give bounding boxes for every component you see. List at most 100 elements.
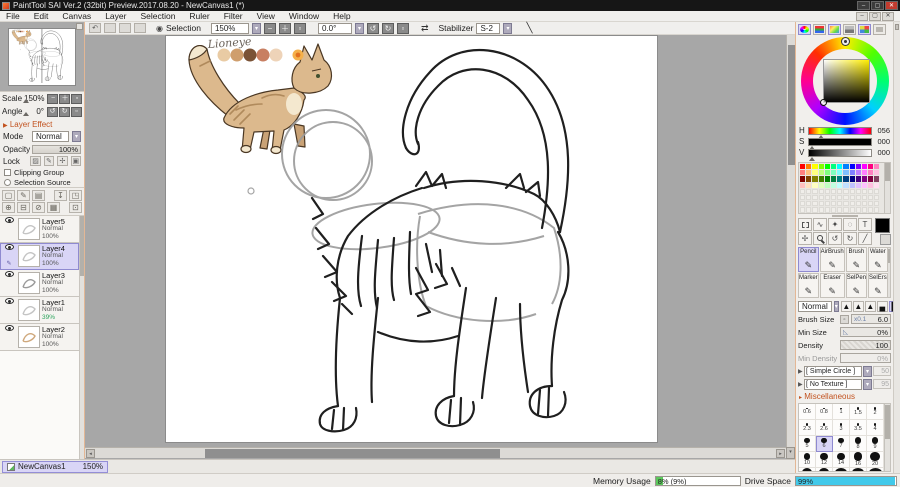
min-size-slider[interactable]: ◺ 0% (840, 327, 891, 337)
horizontal-scrollbar[interactable]: ◂ ▸ (85, 447, 786, 458)
horizontal-scrollbar-thumb[interactable] (205, 449, 500, 458)
swatch-empty[interactable] (849, 207, 855, 213)
swatch-0-9[interactable] (855, 164, 861, 170)
swatches-tab-icon[interactable] (858, 24, 871, 35)
swatch-3-1[interactable] (806, 182, 812, 188)
swatch-empty[interactable] (830, 194, 837, 201)
active-pen-icon[interactable]: ✎ (6, 261, 11, 268)
selection-source-row[interactable]: Selection Source (0, 177, 84, 187)
stabilizer-dropdown-arrow[interactable]: ▾ (503, 22, 513, 34)
size-preset-20[interactable]: 20 (867, 452, 884, 468)
navigator-thumbnail[interactable] (8, 27, 76, 86)
swatch-3-10[interactable] (861, 182, 868, 188)
angle-reset-button[interactable]: ▫ (396, 22, 409, 34)
brush-shape-select[interactable]: [ Simple Circle ] (804, 365, 862, 377)
swatch-empty[interactable] (818, 207, 824, 213)
canvas[interactable]: Lioneye (165, 35, 658, 443)
swatch-empty[interactable] (812, 207, 818, 213)
move-tool-icon[interactable]: ✢ (798, 232, 812, 245)
size-preset-12[interactable]: 12 (816, 452, 833, 468)
brush-size-unit-button[interactable]: ▫ (840, 314, 849, 324)
swatch-empty[interactable] (855, 201, 861, 207)
swatch-2-3[interactable] (818, 176, 824, 182)
workspace[interactable]: Lioneye ◂ ▸ ▾ (85, 35, 795, 459)
brush-shape-dropdown-arrow[interactable]: ▾ (863, 365, 872, 377)
size-preset-2.3[interactable]: 2.3 (799, 420, 816, 436)
color-mixer-tab-icon[interactable] (828, 24, 841, 35)
zoom-field[interactable]: 150% (210, 22, 249, 34)
layer-row-layer3[interactable]: Layer3 Normal 100% (0, 270, 79, 297)
swatch-1-3[interactable] (818, 170, 824, 176)
swatch-empty[interactable] (843, 201, 849, 207)
min-density-slider[interactable]: 0% (840, 353, 891, 363)
size-preset-8[interactable]: 8 (850, 436, 867, 452)
swatch-empty[interactable] (800, 201, 806, 207)
swatch-2-10[interactable] (861, 176, 868, 182)
swatch-2-7[interactable] (843, 176, 849, 182)
magic-wand-icon[interactable]: ✦ (828, 218, 842, 231)
toolbar-slot[interactable] (104, 23, 116, 33)
new-linework-layer-icon[interactable]: ✎ (17, 190, 30, 201)
swatch-2-4[interactable] (824, 176, 830, 182)
swatch-0-3[interactable] (818, 164, 824, 170)
swatch-empty[interactable] (837, 194, 843, 201)
tip-shape-soft-icon[interactable]: ▲ (864, 301, 876, 312)
brush-water[interactable]: Water ✎ (868, 247, 888, 272)
menu-item-layer[interactable]: Layer (105, 11, 126, 21)
line-tool-icon[interactable]: ╲ (526, 23, 532, 34)
size-preset-2[interactable]: 2 (867, 404, 884, 420)
swatch-3-4[interactable] (824, 182, 830, 188)
swatch-empty[interactable] (824, 207, 830, 213)
swatch-empty[interactable] (843, 207, 849, 213)
doc-close-button[interactable]: ✕ (882, 11, 894, 21)
undo-icon[interactable]: ↶ (89, 23, 101, 33)
swatch-empty[interactable] (861, 207, 868, 213)
shape-tool-icon[interactable]: ◌ (843, 218, 857, 231)
swatch-empty[interactable] (830, 188, 837, 194)
transfer-down-icon[interactable]: ↧ (54, 190, 67, 201)
minimize-button[interactable]: – (857, 1, 870, 10)
swatch-1-4[interactable] (824, 170, 830, 176)
swatch-empty[interactable] (855, 194, 861, 201)
swatch-empty[interactable] (812, 194, 818, 201)
swatch-empty[interactable] (818, 201, 824, 207)
swatch-empty[interactable] (800, 194, 806, 201)
size-preset-30[interactable]: 30 (816, 468, 833, 471)
miscellaneous-header[interactable]: ▸ Miscellaneous (798, 390, 891, 402)
swatch-empty[interactable] (824, 188, 830, 194)
expand-arrow-icon[interactable]: ▶ (798, 381, 803, 388)
menu-item-ruler[interactable]: Ruler (189, 11, 209, 21)
eye-icon[interactable] (4, 271, 14, 277)
angle-reset-button[interactable]: ▫ (71, 106, 82, 117)
selection-mode-radio[interactable]: ◉ (156, 24, 163, 33)
brush-airbrush[interactable]: AirBrush ✎ (819, 247, 845, 272)
rotate-ccw-button[interactable]: ↺ (366, 22, 379, 34)
swatch-3-2[interactable] (812, 182, 818, 188)
size-preset-9[interactable]: 9 (867, 436, 884, 452)
swatch-empty[interactable] (843, 188, 849, 194)
swatch-1-5[interactable] (830, 170, 837, 176)
swatch-empty[interactable] (849, 194, 855, 201)
swatch-1-2[interactable] (812, 170, 818, 176)
swatch-empty[interactable] (800, 188, 806, 194)
brush-selers[interactable]: SelErs ✎ (868, 273, 888, 298)
eye-icon[interactable] (4, 325, 14, 331)
swatch-3-0[interactable] (800, 182, 806, 188)
angle-cw-button[interactable]: ↻ (59, 106, 70, 117)
size-preset-3[interactable]: 3 (833, 420, 850, 436)
swatch-0-10[interactable] (861, 164, 868, 170)
right-panel-edge[interactable] (893, 22, 900, 473)
size-preset-1[interactable]: 1 (833, 404, 850, 420)
swatch-1-7[interactable] (843, 170, 849, 176)
swatch-empty[interactable] (812, 188, 818, 194)
swatch-1-11[interactable] (868, 170, 874, 176)
merge-down-icon[interactable]: ⊕ (2, 202, 15, 213)
swatch-2-6[interactable] (837, 176, 843, 182)
value-slider[interactable] (808, 148, 872, 161)
swatch-2-8[interactable] (849, 176, 855, 182)
navigator-panel[interactable] (0, 22, 84, 92)
swatch-empty[interactable] (849, 188, 855, 194)
swatch-empty[interactable] (861, 188, 868, 194)
layer-effect-header[interactable]: ▶ Layer Effect (0, 118, 84, 130)
swatch-empty[interactable] (818, 194, 824, 201)
